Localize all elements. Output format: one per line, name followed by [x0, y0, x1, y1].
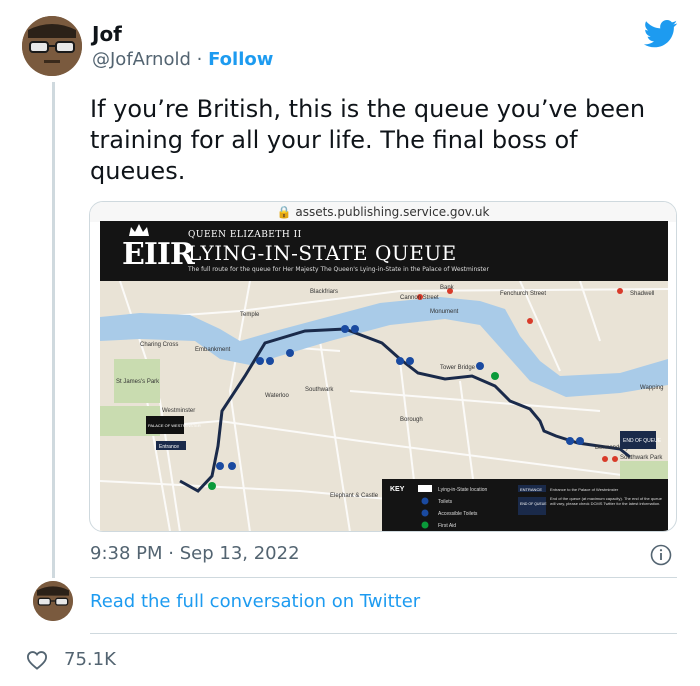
- follow-button[interactable]: Follow: [208, 49, 273, 70]
- info-icon[interactable]: [650, 544, 672, 566]
- separator-dot: ·: [196, 49, 203, 70]
- label-embankment: Embankment: [195, 347, 231, 353]
- label-fenchurch-street: Fenchurch Street: [500, 291, 546, 297]
- map-title: LYING-IN-STATE QUEUE: [188, 241, 457, 265]
- author-handle-row: @JofArnold · Follow: [92, 49, 273, 70]
- queue-map: St James's Park Westminster Tower Bridge…: [100, 281, 668, 531]
- label-temple: Temple: [240, 312, 260, 318]
- label-southwark: Southwark: [305, 387, 334, 393]
- label-monument: Monument: [430, 309, 459, 315]
- label-shadwell: Shadwell: [630, 291, 654, 297]
- map-header: EIIR QUEEN ELIZABETH II LYING-IN-STATE Q…: [100, 221, 668, 281]
- key-item-lying-in-state: Lying-in-State location: [438, 487, 488, 493]
- crown-icon: [129, 224, 149, 236]
- read-full-conversation-link[interactable]: Read the full conversation on Twitter: [90, 591, 420, 612]
- meta-separator: ·: [168, 543, 174, 564]
- label-cannon-street: Cannon Street: [400, 295, 439, 301]
- label-elephant-castle: Elephant & Castle: [330, 493, 379, 499]
- label-charing-cross: Charing Cross: [140, 342, 178, 348]
- key-entrance-badge: ENTRANCE: [520, 487, 542, 492]
- label-westminster: Westminster: [162, 408, 195, 414]
- key-item-first-aid: First Aid: [438, 523, 456, 529]
- heart-icon[interactable]: [26, 650, 48, 670]
- avatar-image-small: [33, 581, 73, 621]
- image-url-bar: 🔒 assets.publishing.service.gov.uk: [90, 202, 676, 222]
- label-southwark-park: Southwark Park: [620, 455, 663, 461]
- tweet-time: 9:38 PM: [90, 543, 163, 564]
- key-entrance-text: Entrance to the Palace of Westminster: [550, 487, 619, 492]
- author-avatar-small[interactable]: [33, 581, 73, 621]
- map-key: KEY Lying-in-State location Toilets Acce…: [382, 479, 668, 531]
- author-handle[interactable]: @JofArnold: [92, 49, 191, 70]
- divider-bottom: [90, 633, 677, 634]
- tweet-text: If you’re British, this is the queue you…: [90, 95, 646, 185]
- key-end-text: End of the queue (at maximum capacity). …: [550, 496, 662, 506]
- key-item-toilets: Toilets: [438, 499, 453, 505]
- label-bank: Bank: [440, 285, 455, 291]
- label-blackfriars: Blackfriars: [310, 289, 338, 295]
- key-title: KEY: [390, 486, 405, 493]
- key-end-badge: END OF QUEUE: [520, 502, 547, 506]
- avatar-image: [22, 16, 82, 76]
- label-wapping: Wapping: [640, 385, 663, 391]
- image-url: assets.publishing.service.gov.uk: [295, 205, 490, 219]
- lock-icon: 🔒: [276, 205, 292, 219]
- author-avatar[interactable]: [22, 16, 82, 76]
- tweet-date: Sep 13, 2022: [179, 543, 300, 564]
- twitter-bird-icon[interactable]: [644, 20, 678, 48]
- label-palace: PALACE OF WESTMINSTER: [148, 423, 201, 428]
- royal-cypher: EIIR: [122, 237, 195, 272]
- map-header-small: QUEEN ELIZABETH II: [188, 230, 302, 240]
- map-subtitle: The full route for the queue for Her Maj…: [188, 266, 489, 273]
- divider-top: [90, 577, 677, 578]
- label-tower-bridge: Tower Bridge: [440, 365, 476, 371]
- label-borough: Borough: [400, 417, 423, 423]
- entrance-label: Entrance: [159, 444, 179, 450]
- thread-line: [52, 82, 55, 578]
- key-item-accessible-toilets: Accessible Toilets: [438, 511, 478, 517]
- label-waterloo: Waterloo: [265, 393, 289, 399]
- like-count[interactable]: 75.1K: [64, 649, 116, 670]
- tweet-timestamp[interactable]: 9:38 PM · Sep 13, 2022: [90, 543, 300, 564]
- label-st-james-park: St James's Park: [116, 379, 160, 385]
- author-name[interactable]: Jof: [92, 22, 122, 46]
- tweet-media-card[interactable]: 🔒 assets.publishing.service.gov.uk EIIR …: [89, 201, 677, 532]
- end-of-queue-label: END OF QUEUE: [623, 438, 662, 444]
